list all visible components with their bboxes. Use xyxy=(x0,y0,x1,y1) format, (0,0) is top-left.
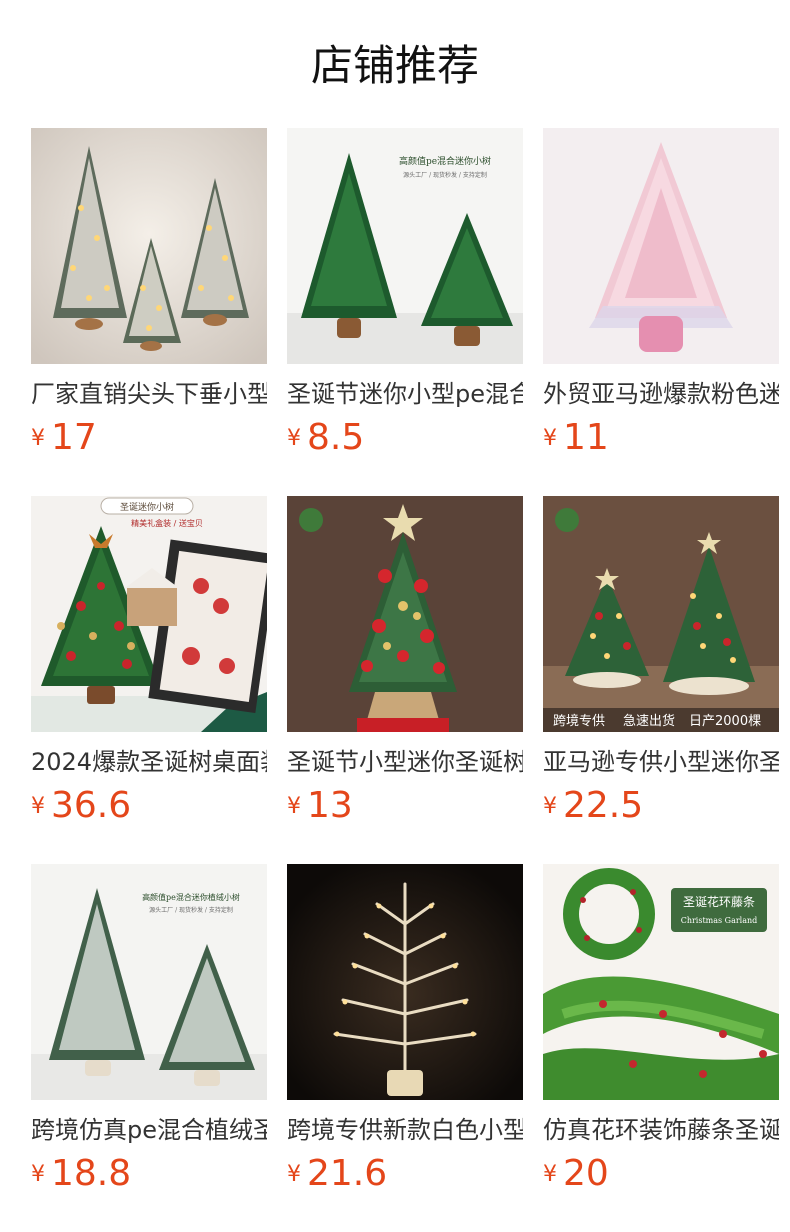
price: ¥21.6 xyxy=(287,1152,523,1196)
product-card[interactable]: 跨境专供新款白色小型圣诞树 ¥21.6 xyxy=(287,864,523,1196)
currency-symbol: ¥ xyxy=(543,794,557,819)
currency-symbol: ¥ xyxy=(31,426,45,451)
product-name[interactable]: 跨境专供新款白色小型圣诞树 xyxy=(287,1114,523,1146)
product-image[interactable]: 高颜值pe混合迷你小树 源头工厂 / 现货秒发 / 支持定制 xyxy=(287,128,523,364)
price: ¥20 xyxy=(543,1152,779,1196)
product-card[interactable]: 圣诞节小型迷你圣诞树套餐 ¥13 xyxy=(287,496,523,828)
product-name[interactable]: 圣诞节小型迷你圣诞树套餐 xyxy=(287,746,523,778)
product-card[interactable]: 厂家直销尖头下垂小型迷你圣诞树 ¥17 xyxy=(31,128,267,460)
price-value: 36.6 xyxy=(51,785,132,826)
currency-symbol: ¥ xyxy=(287,1162,301,1187)
price-value: 18.8 xyxy=(51,1153,132,1194)
price: ¥18.8 xyxy=(31,1152,267,1196)
product-card[interactable]: 外贸亚马逊爆款粉色迷你圣诞树 ¥11 xyxy=(543,128,779,460)
price-value: 11 xyxy=(563,417,609,458)
banner-heading: 高颜值pe混合迷你植绒小树 xyxy=(142,892,240,902)
price: ¥17 xyxy=(31,416,267,460)
currency-symbol: ¥ xyxy=(543,1162,557,1187)
product-image[interactable] xyxy=(31,128,267,364)
banner-tag-fast-ship: 急速出货 xyxy=(623,713,675,729)
currency-symbol: ¥ xyxy=(31,794,45,819)
product-name[interactable]: 圣诞节迷你小型pe混合圣诞树 xyxy=(287,378,523,410)
product-card[interactable]: 高颜值pe混合迷你植绒小树 源头工厂 / 现货秒发 / 支持定制 跨境仿真pe混… xyxy=(31,864,267,1196)
banner-tag-cross-border: 跨境专供 xyxy=(553,714,605,729)
product-name[interactable]: 2024爆款圣诞树桌面装饰小树 xyxy=(31,746,267,778)
banner-heading: 圣诞迷你小树 xyxy=(120,501,174,513)
price: ¥8.5 xyxy=(287,416,523,460)
product-name[interactable]: 跨境仿真pe混合植绒圣诞树 xyxy=(31,1114,267,1146)
product-image[interactable]: 高颜值pe混合迷你植绒小树 源头工厂 / 现货秒发 / 支持定制 xyxy=(31,864,267,1100)
product-image[interactable] xyxy=(287,496,523,732)
product-image[interactable] xyxy=(287,864,523,1100)
banner-heading: 高颜值pe混合迷你小树 xyxy=(399,155,491,167)
product-card[interactable]: 跨境专供 急速出货 日产2000棵 亚马逊专供小型迷你圣诞树 ¥22.5 xyxy=(543,496,779,828)
banner-subtext: 源头工厂 / 现货秒发 / 支持定制 xyxy=(403,171,487,179)
banner-tag-daily-output: 日产2000棵 xyxy=(689,714,761,729)
price-value: 20 xyxy=(563,1153,609,1194)
banner-subtext: 源头工厂 / 现货秒发 / 支持定制 xyxy=(149,906,233,914)
currency-symbol: ¥ xyxy=(287,426,301,451)
product-name[interactable]: 亚马逊专供小型迷你圣诞树 xyxy=(543,746,779,778)
currency-symbol: ¥ xyxy=(31,1162,45,1187)
price-value: 13 xyxy=(307,785,353,826)
product-image[interactable]: 圣诞花环藤条 Christmas Garland xyxy=(543,864,779,1100)
product-card[interactable]: 圣诞迷你小树 精美礼盒装 / 送宝贝 2024爆款圣诞树桌面装饰小树 ¥36.6 xyxy=(31,496,267,828)
price: ¥13 xyxy=(287,784,523,828)
banner-subtext: 精美礼盒装 / 送宝贝 xyxy=(131,518,203,528)
price: ¥22.5 xyxy=(543,784,779,828)
price-value: 21.6 xyxy=(307,1153,388,1194)
product-name[interactable]: 外贸亚马逊爆款粉色迷你圣诞树 xyxy=(543,378,779,410)
product-name[interactable]: 仿真花环装饰藤条圣诞树 xyxy=(543,1114,779,1146)
page-title: 店铺推荐 xyxy=(310,41,479,90)
product-image[interactable]: 跨境专供 急速出货 日产2000棵 xyxy=(543,496,779,732)
product-image[interactable]: 圣诞迷你小树 精美礼盒装 / 送宝贝 xyxy=(31,496,267,732)
product-card[interactable]: 高颜值pe混合迷你小树 源头工厂 / 现货秒发 / 支持定制 圣诞节迷你小型pe… xyxy=(287,128,523,460)
product-name[interactable]: 厂家直销尖头下垂小型迷你圣诞树 xyxy=(31,378,267,410)
price-value: 22.5 xyxy=(563,785,644,826)
price-value: 8.5 xyxy=(307,417,365,458)
price: ¥36.6 xyxy=(31,784,267,828)
product-image[interactable] xyxy=(543,128,779,364)
price: ¥11 xyxy=(543,416,779,460)
price-value: 17 xyxy=(51,417,97,458)
currency-symbol: ¥ xyxy=(287,794,301,819)
banner-heading: 圣诞花环藤条 xyxy=(683,894,755,909)
currency-symbol: ¥ xyxy=(543,426,557,451)
banner-subtext: Christmas Garland xyxy=(681,916,758,925)
product-card[interactable]: 圣诞花环藤条 Christmas Garland 仿真花环装饰藤条圣诞树 ¥20 xyxy=(543,864,779,1196)
